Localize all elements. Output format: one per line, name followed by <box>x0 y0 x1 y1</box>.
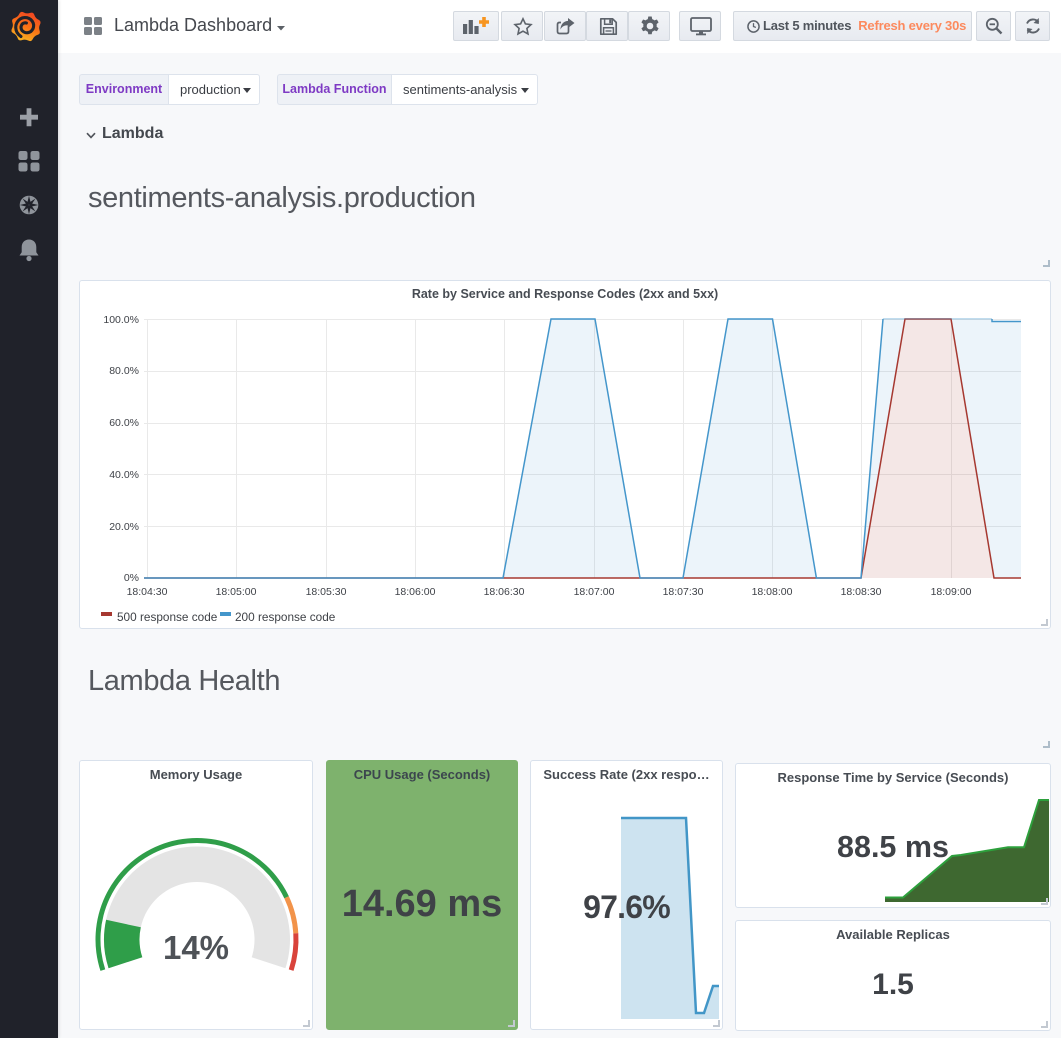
svg-text:40.0%: 40.0% <box>109 469 139 481</box>
svg-text:18:09:00: 18:09:00 <box>931 586 972 598</box>
svg-text:18:06:00: 18:06:00 <box>395 586 436 598</box>
svg-text:100.0%: 100.0% <box>103 314 139 326</box>
svg-text:80.0%: 80.0% <box>109 365 139 377</box>
svg-text:18:08:30: 18:08:30 <box>841 586 882 598</box>
svg-text:18:06:30: 18:06:30 <box>484 586 525 598</box>
svg-text:18:07:00: 18:07:00 <box>574 586 615 598</box>
svg-text:20.0%: 20.0% <box>109 521 139 533</box>
svg-text:500 response code: 500 response code <box>117 610 218 624</box>
svg-text:18:08:00: 18:08:00 <box>752 586 793 598</box>
svg-text:200 response code: 200 response code <box>235 610 336 624</box>
svg-text:18:05:30: 18:05:30 <box>306 586 347 598</box>
svg-text:60.0%: 60.0% <box>109 417 139 429</box>
svg-text:18:07:30: 18:07:30 <box>663 586 704 598</box>
svg-text:18:04:30: 18:04:30 <box>127 586 168 598</box>
svg-text:0%: 0% <box>124 572 139 584</box>
svg-text:18:05:00: 18:05:00 <box>216 586 257 598</box>
